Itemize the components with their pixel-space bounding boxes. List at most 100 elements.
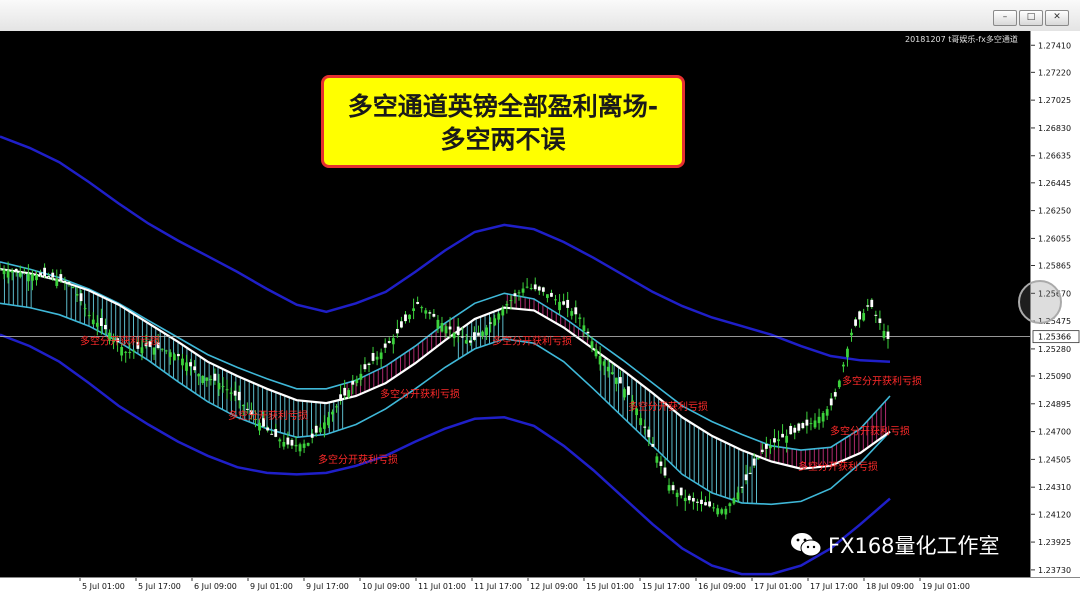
candle-body xyxy=(22,271,26,273)
headline-line-2: 多空两不误 xyxy=(440,125,566,154)
candle-body xyxy=(870,299,874,308)
candle-body xyxy=(736,492,740,500)
candle-body xyxy=(217,382,221,390)
candle-body xyxy=(274,429,278,437)
candle-body xyxy=(858,311,862,320)
candle-body xyxy=(663,467,667,476)
candle-body xyxy=(10,270,14,273)
time-tick-label: 11 Jul 01:00 xyxy=(418,582,466,591)
candle-body xyxy=(777,439,780,442)
candle-body xyxy=(464,340,468,344)
candle-body xyxy=(185,362,188,371)
candle-body xyxy=(586,331,590,334)
channel-fill xyxy=(0,261,887,504)
price-tick-label: 1.27220 xyxy=(1038,68,1071,77)
candle-body xyxy=(177,354,180,357)
candle-body xyxy=(505,303,509,306)
candle-body xyxy=(647,429,651,438)
signal-label: 多空分开获利亏损 xyxy=(80,335,160,348)
price-tick-label: 1.26055 xyxy=(1038,234,1071,243)
candle-body xyxy=(395,329,399,334)
candle-body xyxy=(294,444,298,447)
candle-body xyxy=(201,375,205,384)
price-tick-label: 1.23925 xyxy=(1038,538,1071,547)
candle-body xyxy=(574,307,578,315)
candle-body xyxy=(874,314,878,316)
close-button[interactable]: ✕ xyxy=(1045,10,1069,26)
price-tick-label: 1.25865 xyxy=(1038,262,1071,271)
candle-body xyxy=(39,272,42,276)
candle-body xyxy=(562,301,566,305)
candle-body xyxy=(769,445,772,449)
candle-body xyxy=(477,332,480,336)
candle-body xyxy=(318,427,322,433)
candle-body xyxy=(197,373,201,377)
candle-body xyxy=(428,312,432,314)
candle-body xyxy=(728,503,732,507)
price-tick-label: 1.25090 xyxy=(1038,372,1071,381)
candle-body xyxy=(75,294,79,296)
candle-body xyxy=(91,319,95,325)
candle-body xyxy=(558,301,561,311)
headline-line-1: 多空通道英镑全部盈利离场- xyxy=(347,92,659,121)
time-axis[interactable]: 5 Jul 01:00 5 Jul 17:00 6 Jul 09:00 9 Jul 0… xyxy=(0,577,1080,595)
window-title-bar: – □ ✕ xyxy=(0,0,1080,32)
candle-body xyxy=(829,398,833,406)
candle-body xyxy=(497,313,501,320)
candle-body xyxy=(347,390,351,398)
candle-body xyxy=(501,308,505,316)
candle-body xyxy=(618,377,622,384)
candle-body xyxy=(63,280,67,283)
candle-body xyxy=(862,313,866,321)
candle-body xyxy=(229,392,233,394)
candle-body xyxy=(83,308,87,310)
candle-body xyxy=(448,326,452,330)
candle-body xyxy=(14,268,18,272)
candle-body xyxy=(18,272,22,277)
candle-body xyxy=(833,392,837,397)
candle-body xyxy=(764,443,768,449)
candle-body xyxy=(598,355,602,365)
price-tick-label: 1.27025 xyxy=(1038,96,1071,105)
restore-button[interactable]: □ xyxy=(1019,10,1043,26)
candle-body xyxy=(306,442,310,446)
candle-body xyxy=(712,507,716,509)
candle-body xyxy=(327,417,330,426)
candle-body xyxy=(55,278,59,286)
candle-body xyxy=(744,474,748,481)
time-tick-label: 16 Jul 09:00 xyxy=(698,582,746,591)
candle-body xyxy=(31,274,34,281)
candle-body xyxy=(793,427,797,433)
candle-body xyxy=(704,502,707,506)
signal-label: 多空分开获利亏损 xyxy=(842,375,922,388)
candle-body xyxy=(2,269,6,275)
candle-body xyxy=(440,323,444,332)
candle-body xyxy=(87,315,91,317)
candle-body xyxy=(696,501,699,503)
chart-scroll-handle[interactable] xyxy=(1018,280,1062,324)
candle-body xyxy=(241,405,245,407)
candle-body xyxy=(805,419,809,426)
candle-body xyxy=(513,293,517,297)
candle-body xyxy=(47,275,51,277)
minimize-button[interactable]: – xyxy=(993,10,1017,26)
candle-body xyxy=(420,307,424,309)
candle-body xyxy=(691,498,695,502)
candle-body xyxy=(339,394,343,401)
time-tick-label: 10 Jul 09:00 xyxy=(362,582,410,591)
candle-body xyxy=(813,420,817,428)
candle-body xyxy=(99,317,103,327)
candle-body xyxy=(132,350,136,352)
candle-body xyxy=(566,299,570,308)
candle-body xyxy=(404,314,407,322)
time-tick-label: 9 Jul 01:00 xyxy=(250,582,293,591)
candle-body xyxy=(6,270,10,278)
watermark-brand: FX168量化工作室 xyxy=(790,527,1000,563)
candle-body xyxy=(152,347,156,355)
candle-body xyxy=(801,423,805,429)
candle-body xyxy=(570,311,574,316)
candle-body xyxy=(886,331,890,339)
candle-body xyxy=(541,287,545,292)
candle-body xyxy=(67,281,71,285)
candle-body xyxy=(391,338,395,345)
